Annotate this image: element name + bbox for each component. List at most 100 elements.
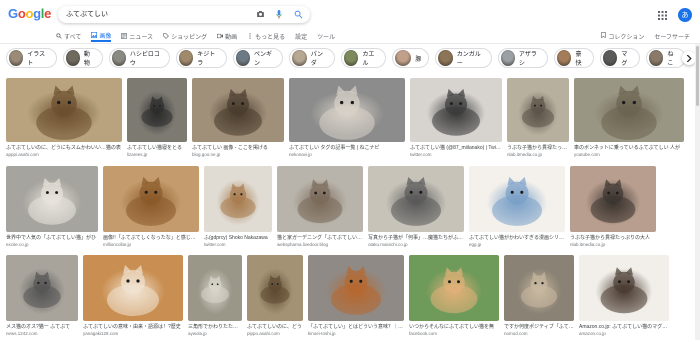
tab-7[interactable]: ツール xyxy=(317,30,335,42)
tab-4[interactable]: 動画 xyxy=(217,30,237,42)
result-thumbnail[interactable] xyxy=(277,166,363,232)
result-thumbnail[interactable] xyxy=(507,78,569,142)
image-result[interactable]: ふてぶてしいのに、どう pippo.asahi.com xyxy=(247,255,303,336)
image-result[interactable]: ふてぶてしいのに、どうにもスムかわいい…猫の表 apppi.asahi.com xyxy=(6,78,122,157)
image-result[interactable]: ふてぶてしい猫寝をとる lizarees.jp xyxy=(127,78,187,157)
result-caption[interactable]: ふてぶてしい猫がかわいすぎる漫画シリーズ「?猫」ツ xyxy=(469,234,565,241)
image-result[interactable]: 三角形でかわりたたえた aywola.jp xyxy=(188,255,242,336)
image-result[interactable]: 画像!!「ふてぶてしくなったな」と感じる猫 millioncollar.jp xyxy=(103,166,199,247)
image-result[interactable]: 世界中で人気の「ふてぶてしい猫」がひ excite.co.jp xyxy=(6,166,98,247)
result-thumbnail[interactable] xyxy=(289,78,405,142)
image-result[interactable]: ふてぶてしい タグの記事一覧 | ねこナビ nekonavi.jp xyxy=(289,78,405,157)
result-thumbnail[interactable] xyxy=(103,166,199,232)
result-thumbnail[interactable] xyxy=(127,78,187,142)
result-caption[interactable]: メス猫のオス?猫ー ふてぶて xyxy=(6,323,78,330)
image-result[interactable]: ふてぶてしい猫がかわいすぎる漫画シリーズ「?猫」ツegg.jp xyxy=(469,166,565,247)
result-caption[interactable]: Amazon.co.jp: ふてぶてしい猫のマグカップ xyxy=(579,323,669,330)
result-caption[interactable]: 画像!!「ふてぶてしくなったな」と感じる猫 xyxy=(103,234,199,241)
image-result[interactable]: うぶな子猫から貫禄たっぷり nlab.itmedia.co.jp xyxy=(507,78,569,157)
image-result[interactable]: ふ(gdprcy) Shoko Nakazawa twitter.com xyxy=(204,166,272,247)
result-caption[interactable]: ふてぶてしい タグの記事一覧 | ねこナビ xyxy=(289,144,405,151)
result-caption[interactable]: うぶな子猫から貫禄たっぷり xyxy=(507,144,569,151)
result-caption[interactable]: ふ(gdprcy) Shoko Nakazawa xyxy=(204,234,272,241)
tab-3[interactable]: ショッピング xyxy=(163,30,207,42)
image-result[interactable]: ふてぶてしいの意味・由来・語源は！?歴史 yanagaki128.com xyxy=(83,255,183,336)
tab-0[interactable]: すべて xyxy=(56,30,81,42)
tab-5[interactable]: もっと見る xyxy=(247,30,285,42)
image-result[interactable]: メス猫のオス?猫ー ふてぶて news.1242.com xyxy=(6,255,78,336)
result-thumbnail[interactable] xyxy=(409,255,499,321)
image-result[interactable]: ふてぶてしい 画像 - ここを掲げる blog.goo.ne.jp xyxy=(192,78,284,157)
search-input[interactable]: ふてぶてしい xyxy=(66,9,108,19)
account-avatar[interactable]: あ xyxy=(678,8,692,22)
result-thumbnail[interactable] xyxy=(6,78,122,142)
chip-8[interactable]: カンガルー xyxy=(435,48,492,68)
tab-right-1[interactable]: セーフサーチ xyxy=(654,30,690,42)
result-thumbnail[interactable] xyxy=(368,166,464,232)
result-thumbnail[interactable] xyxy=(410,78,502,142)
result-thumbnail[interactable] xyxy=(83,255,183,321)
tab-6[interactable]: 設定 xyxy=(295,30,307,42)
image-result[interactable]: 写真から子猫が「何事」…魔猫たちがふてぶてしotaku.mainichi.co.… xyxy=(368,166,464,247)
result-caption[interactable]: 猫と家ガーデニング「ふてぶてしい猫」の描 xyxy=(277,234,363,241)
result-caption[interactable]: いつからそんなにふてぶてしい猫を無 xyxy=(409,323,499,330)
search-box[interactable]: ふてぶてしい xyxy=(58,6,310,23)
result-thumbnail[interactable] xyxy=(188,255,242,321)
chip-5[interactable]: パンダ xyxy=(289,48,336,68)
image-result[interactable]: いつからそんなにふてぶてしい猫を無 facebook.com xyxy=(409,255,499,336)
chip-6[interactable]: カエル xyxy=(341,48,387,68)
chip-0[interactable]: イラスト xyxy=(6,48,57,68)
result-caption[interactable]: 世界中で人気の「ふてぶてしい猫」がひ xyxy=(6,234,98,241)
result-thumbnail[interactable] xyxy=(574,78,684,142)
image-result[interactable]: 車のボンネットに乗っているふてぶてしい 人が youtube.com xyxy=(574,78,684,157)
image-result[interactable]: 猫と家ガーデニング「ふてぶてしい猫」の描webspharna.livedoor.… xyxy=(277,166,363,247)
result-thumbnail[interactable] xyxy=(204,166,272,232)
chip-3[interactable]: キジトラ xyxy=(175,48,227,68)
chip-11[interactable]: マグ xyxy=(600,48,641,68)
result-thumbnail[interactable] xyxy=(504,255,574,321)
chip-4[interactable]: ペンギン xyxy=(232,48,284,68)
result-thumbnail[interactable] xyxy=(579,255,669,321)
tab-1[interactable]: 画像 xyxy=(91,30,112,42)
result-caption[interactable]: ふてぶてしいのに、どうにもスムかわいい…猫の表 xyxy=(6,144,122,151)
image-result[interactable]: うぶな子猫から貫禄たっぷりの大人 nlab.itmedia.co.jp xyxy=(570,166,656,247)
scrollbar-thumb[interactable] xyxy=(696,46,699,106)
result-caption[interactable]: 三角形でかわりたたえた xyxy=(188,323,242,330)
microphone-icon[interactable] xyxy=(273,8,285,20)
image-result[interactable]: ふてぶてしい猫 (@87_miilanako) | Twitter twitter… xyxy=(410,78,502,157)
chip-2[interactable]: ハシビロコウ xyxy=(108,48,170,68)
tab-right-0[interactable]: コレクション xyxy=(601,30,644,42)
tab-2[interactable]: ニュース xyxy=(121,30,153,42)
result-caption[interactable]: 写真から子猫が「何事」…魔猫たちがふてぶてし xyxy=(368,234,464,241)
result-thumbnail[interactable] xyxy=(469,166,565,232)
result-caption[interactable]: 「ふてぶてしい」とはどういう意味？｜ふてぶ xyxy=(308,323,404,330)
result-thumbnail[interactable] xyxy=(308,255,404,321)
result-caption[interactable]: ふてぶてしい 画像 - ここを掲げる xyxy=(192,144,284,151)
result-thumbnail[interactable] xyxy=(570,166,656,232)
google-logo[interactable]: Google xyxy=(8,6,51,21)
result-caption[interactable]: ですか何度ポジティブ「ふてぶてしい xyxy=(504,323,574,330)
chip-9[interactable]: アザラシ xyxy=(497,48,549,68)
image-result[interactable]: Amazon.co.jp: ふてぶてしい猫のマグカップ amazon.co.jp xyxy=(579,255,669,336)
result-thumbnail[interactable] xyxy=(6,166,98,232)
result-caption[interactable]: ふてぶてしいの意味・由来・語源は！?歴史 xyxy=(83,323,183,330)
result-caption[interactable]: 車のボンネットに乗っているふてぶてしい 人が xyxy=(574,144,684,151)
chip-12[interactable]: ねこ xyxy=(646,48,687,68)
apps-grid-icon[interactable] xyxy=(656,9,668,21)
chips-next-button[interactable] xyxy=(682,51,696,65)
chip-7[interactable]: 豚 xyxy=(392,48,430,68)
result-thumbnail[interactable] xyxy=(247,255,303,321)
chip-1[interactable]: 動物 xyxy=(62,48,103,68)
chip-10[interactable]: 豪快 xyxy=(554,48,595,68)
result-caption[interactable]: うぶな子猫から貫禄たっぷりの大人 xyxy=(570,234,656,241)
image-result[interactable]: ですか何度ポジティブ「ふてぶてしいnomod.com xyxy=(504,255,574,336)
camera-icon[interactable] xyxy=(254,8,266,20)
result-caption[interactable]: ふてぶてしいのに、どう xyxy=(247,323,303,330)
result-caption[interactable]: ふてぶてしい猫寝をとる xyxy=(127,144,187,151)
result-thumbnail[interactable] xyxy=(6,255,78,321)
result-caption[interactable]: ふてぶてしい猫 (@87_miilanako) | Twitter xyxy=(410,144,502,151)
search-icon[interactable] xyxy=(292,8,304,20)
image-result[interactable]: 「ふてぶてしい」とはどういう意味？｜ふてぶ kinoei-toshi.jp xyxy=(308,255,404,336)
scrollbar[interactable] xyxy=(695,44,700,340)
result-thumbnail[interactable] xyxy=(192,78,284,142)
